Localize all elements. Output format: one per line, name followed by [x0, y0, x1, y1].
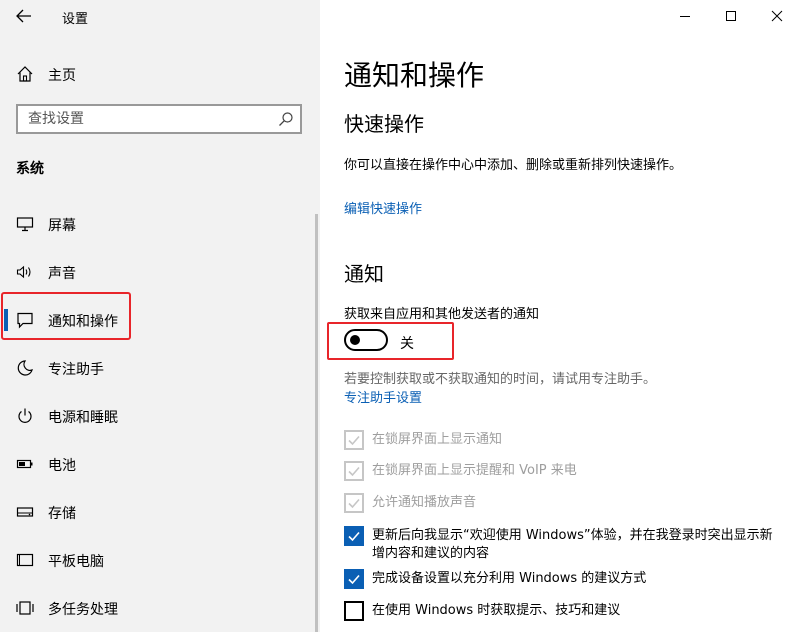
check-icon	[348, 466, 360, 477]
checkbox-label: 允许通知播放声音	[372, 495, 477, 510]
checkbox-label: 在锁屏界面上显示通知	[372, 432, 503, 447]
toggle-state-label: 关	[400, 336, 414, 352]
moon-icon	[17, 360, 33, 376]
notification-icon	[17, 312, 33, 329]
minimize-icon	[680, 16, 690, 17]
close-icon	[771, 10, 783, 22]
sidebar-item-power-sleep[interactable]: 电源和睡眠	[0, 393, 316, 439]
power-icon	[18, 408, 32, 423]
check-icon	[348, 531, 360, 542]
battery-icon	[16, 459, 33, 469]
search-icon	[279, 112, 293, 126]
monitor-icon	[16, 217, 34, 232]
welcome-experience-checkbox[interactable]	[344, 526, 364, 546]
sidebar-item-label: 多任务处理	[48, 602, 118, 618]
sidebar-item-label: 存储	[48, 506, 76, 522]
storage-icon	[16, 507, 34, 517]
check-icon	[348, 435, 360, 446]
sidebar-item-label: 通知和操作	[48, 314, 118, 330]
checkbox-label: 完成设备设置以充分利用 Windows 的建议方式	[372, 571, 647, 586]
checkbox-label: 在锁屏界面上显示提醒和 VoIP 来电	[372, 463, 577, 478]
notification-sounds-checkbox[interactable]	[344, 493, 364, 513]
maximize-icon	[726, 11, 736, 21]
focus-assist-settings-link[interactable]: 专注助手设置	[344, 387, 422, 406]
home-nav-item[interactable]: 主页	[0, 56, 320, 92]
sidebar-scrollbar[interactable]	[315, 214, 318, 632]
edit-quick-actions-link[interactable]: 编辑快速操作	[344, 198, 422, 217]
tablet-icon	[16, 553, 34, 567]
home-label: 主页	[48, 68, 76, 84]
page-title: 通知和操作	[344, 59, 485, 92]
device-setup-checkbox[interactable]	[344, 569, 364, 589]
checkbox-label: 在使用 Windows 时获取提示、技巧和建议	[372, 603, 621, 618]
window-title: 设置	[62, 12, 89, 27]
sidebar-item-label: 平板电脑	[48, 554, 104, 570]
close-button[interactable]	[754, 0, 800, 32]
lockscreen-reminders-checkbox[interactable]	[344, 461, 364, 481]
check-icon	[348, 498, 360, 509]
sidebar-item-sound[interactable]: 声音	[0, 249, 316, 295]
check-icon	[348, 574, 360, 585]
sidebar-item-focus-assist[interactable]: 专注助手	[0, 345, 316, 391]
lockscreen-notifications-checkbox[interactable]	[344, 430, 364, 450]
minimize-button[interactable]	[662, 0, 708, 32]
maximize-button[interactable]	[708, 0, 754, 32]
focus-assist-hint: 若要控制获取或不获取通知的时间，请试用专注助手。	[344, 372, 657, 387]
sidebar-item-label: 屏幕	[48, 218, 76, 234]
sidebar-item-display[interactable]: 屏幕	[0, 201, 316, 247]
section-title: 系统	[16, 161, 44, 177]
sidebar: 设置 主页 系统 屏幕 声音 通知和操作 专注助手 电源和睡眠 电池 存储	[0, 0, 320, 632]
search-box[interactable]	[16, 104, 302, 134]
home-icon	[17, 66, 33, 82]
checkbox-label: 更新后向我显示“欢迎使用 Windows”体验，并在我登录时突出显示新增内容和建…	[372, 528, 773, 561]
notifications-heading: 通知	[344, 262, 384, 286]
sidebar-item-storage[interactable]: 存储	[0, 489, 316, 535]
quick-actions-heading: 快速操作	[344, 112, 424, 136]
sidebar-item-tablet[interactable]: 平板电脑	[0, 537, 316, 583]
sidebar-item-label: 专注助手	[48, 362, 104, 378]
search-input[interactable]	[18, 106, 268, 132]
notifications-toggle-label: 获取来自应用和其他发送者的通知	[344, 307, 540, 322]
sidebar-item-label: 电源和睡眠	[48, 410, 118, 426]
notifications-toggle[interactable]	[344, 329, 388, 351]
sidebar-item-label: 电池	[48, 458, 76, 474]
multitask-icon	[16, 601, 34, 615]
sidebar-item-notifications[interactable]: 通知和操作	[0, 297, 316, 343]
title-bar: 设置	[0, 0, 320, 32]
sidebar-item-battery[interactable]: 电池	[0, 441, 316, 487]
tips-tricks-checkbox[interactable]	[344, 601, 364, 621]
speaker-icon	[16, 265, 31, 279]
quick-actions-description: 你可以直接在操作中心中添加、删除或重新排列快速操作。	[344, 158, 683, 173]
back-button[interactable]	[12, 6, 36, 26]
sidebar-item-label: 声音	[48, 266, 76, 282]
sidebar-item-multitasking[interactable]: 多任务处理	[0, 585, 316, 631]
arrow-left-icon	[16, 9, 31, 23]
toggle-knob	[350, 335, 360, 345]
